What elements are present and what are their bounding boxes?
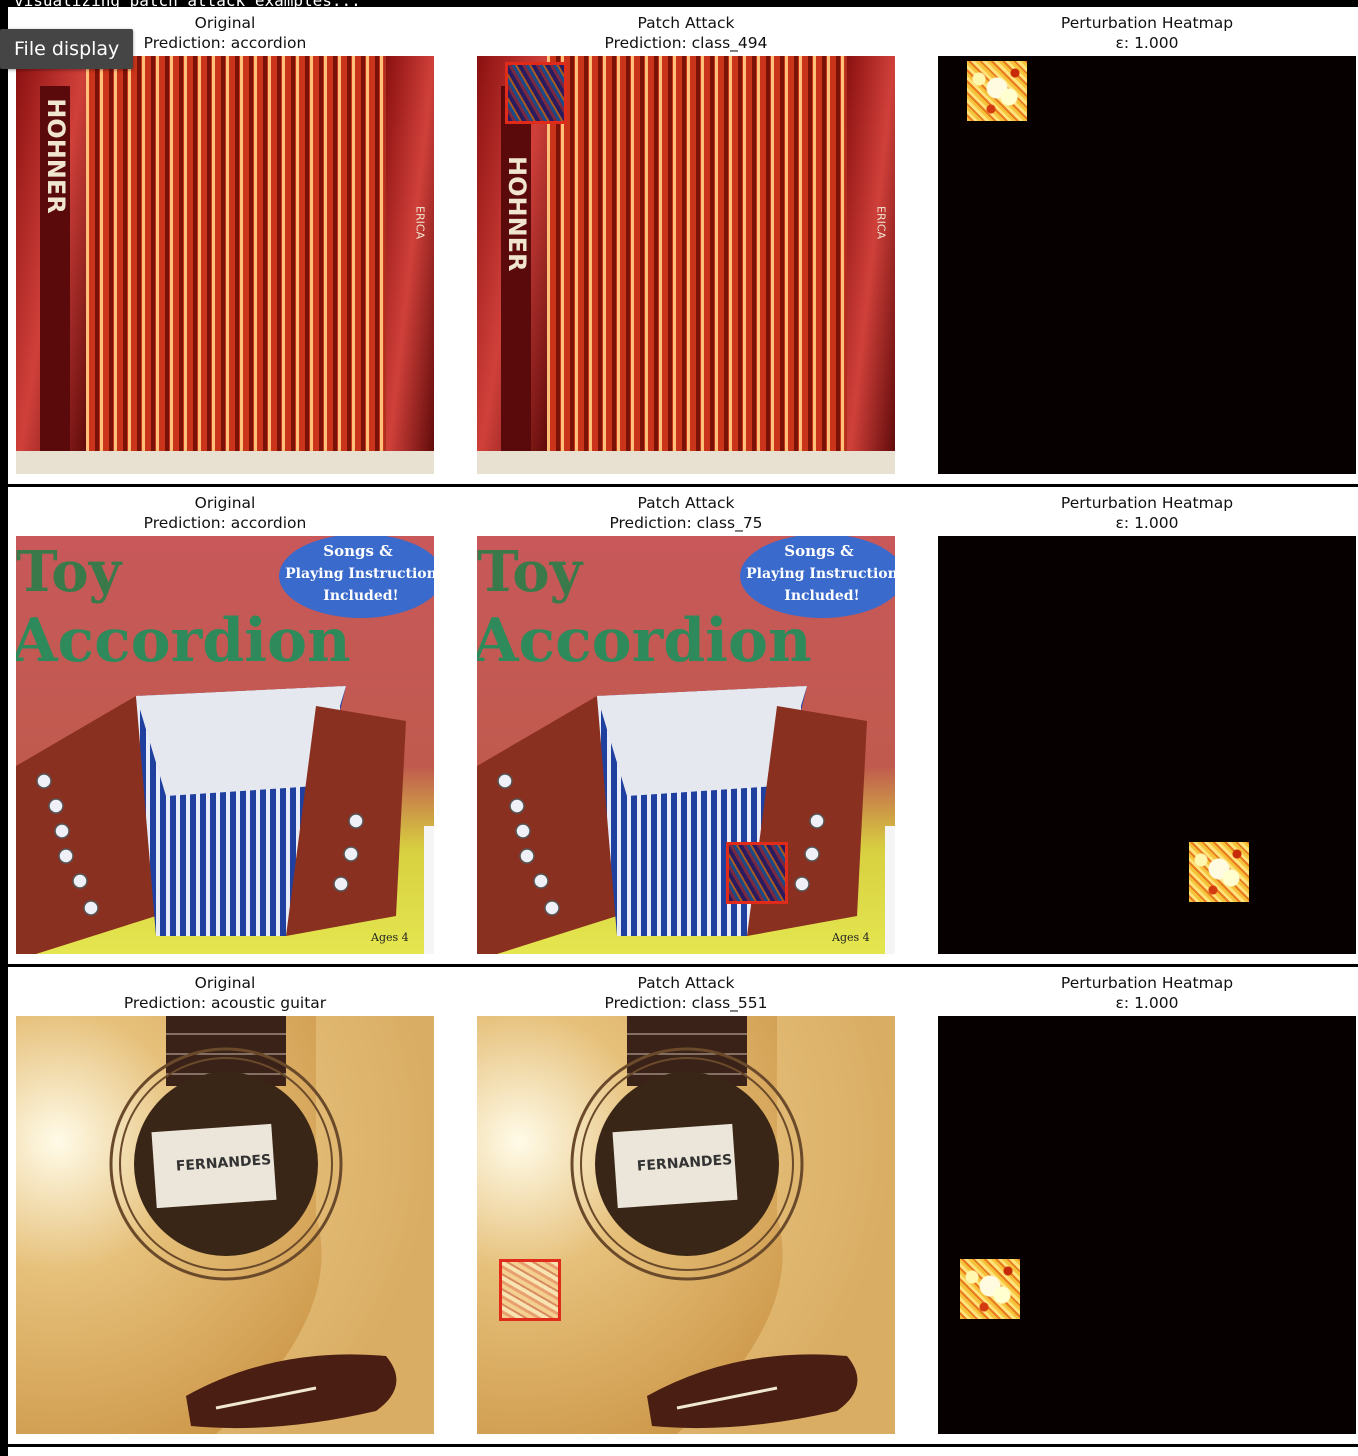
panel-title: Perturbation Heatmap ε: 1.000	[1060, 14, 1234, 52]
panel-title: Perturbation Heatmap ε: 1.000	[1060, 494, 1234, 532]
panel-title: Original Prediction: accordion	[143, 494, 307, 532]
toy-accordion-image: Toy Accordion Songs & Playing Instructio…	[16, 536, 434, 954]
original-panel: Original Prediction: accordion Toy Accord…	[16, 487, 434, 957]
badge-line-3: Included!	[323, 588, 398, 604]
attack-panel: Patch Attack Prediction: class_551 FERNAN…	[477, 967, 895, 1437]
attack-panel: Patch Attack Prediction: class_494 HOHNER…	[477, 7, 895, 477]
guitar-image: FERNANDES	[16, 1016, 434, 1434]
adversarial-patch	[726, 842, 788, 904]
heatmap-patch	[967, 61, 1027, 121]
perturbation-heatmap	[938, 56, 1356, 474]
badge-line-2: Playing Instruction	[285, 566, 434, 582]
figure-row-1: Original Prediction: accordion HOHNER ER…	[8, 7, 1358, 477]
accordion-image: HOHNER ERICA	[16, 56, 434, 474]
attacked-guitar-image: FERNANDES	[477, 1016, 895, 1434]
attacked-toy-accordion-image: Toy Accordion Songs & Playing Instructio…	[477, 536, 895, 954]
adversarial-patch	[505, 62, 567, 124]
panel-title: Patch Attack Prediction: class_75	[609, 494, 763, 532]
heatmap-panel: Perturbation Heatmap ε: 1.000	[938, 967, 1356, 1437]
original-panel: Original Prediction: acoustic guitar FERN…	[16, 967, 434, 1437]
brand-text: HOHNER	[42, 98, 70, 214]
brand-text: HOHNER	[503, 156, 531, 272]
badge-line-1: Songs &	[323, 542, 393, 560]
model-text: ERICA	[414, 206, 427, 240]
panel-title: Perturbation Heatmap ε: 1.000	[1060, 974, 1234, 1012]
figure-row-3: Original Prediction: acoustic guitar FERN…	[8, 967, 1358, 1437]
heatmap-patch	[1189, 842, 1249, 902]
file-display-tooltip: File display	[0, 29, 134, 69]
panel-title: Patch Attack Prediction: class_494	[604, 14, 768, 52]
attack-panel: Patch Attack Prediction: class_75 Toy Acc…	[477, 487, 895, 957]
cover-title-2: Accordion	[477, 606, 812, 676]
panel-title: Original Prediction: acoustic guitar	[123, 974, 327, 1012]
heatmap-panel: Perturbation Heatmap ε: 1.000	[938, 487, 1356, 957]
badge-line-1: Songs &	[784, 542, 854, 560]
figure-row-2: Original Prediction: accordion Toy Accord…	[8, 487, 1358, 957]
heatmap-patch	[960, 1259, 1020, 1319]
original-panel: Original Prediction: accordion HOHNER ER…	[16, 7, 434, 477]
cover-title-2: Accordion	[16, 606, 351, 676]
row-divider	[8, 1444, 1358, 1447]
badge-line-3: Included!	[784, 588, 859, 604]
age-text: Ages 4	[370, 931, 409, 944]
adversarial-patch	[499, 1259, 561, 1321]
model-text: ERICA	[875, 206, 888, 240]
panel-title: Patch Attack Prediction: class_551	[604, 974, 768, 1012]
badge-line-2: Playing Instruction	[746, 566, 895, 582]
heatmap-panel: Perturbation Heatmap ε: 1.000	[938, 7, 1356, 477]
cover-title-1: Toy	[477, 539, 584, 605]
age-text: Ages 4	[831, 931, 870, 944]
perturbation-heatmap	[938, 1016, 1356, 1434]
perturbation-heatmap	[938, 536, 1356, 954]
cover-title-1: Toy	[16, 539, 123, 605]
cell-output-header: visualizing patch attack examples...	[14, 0, 361, 10]
attacked-accordion-image: HOHNER ERICA	[477, 56, 895, 474]
